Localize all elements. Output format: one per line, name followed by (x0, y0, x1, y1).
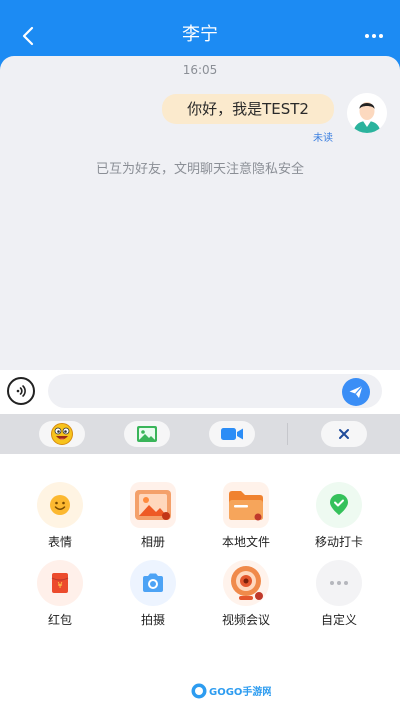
gogo-logo-icon: GOGO手游网 (191, 683, 271, 699)
function-label: 本地文件 (221, 535, 270, 549)
message-time: 16:05 (182, 63, 218, 77)
function-panel: 表情 相册 本地文件 移动打卡 ¥ 红包 拍摄 视频会议 自定义 (0, 454, 400, 676)
function-checkin[interactable]: 移动打卡 (299, 482, 379, 550)
function-label: 移动打卡 (314, 535, 363, 549)
send-button[interactable] (342, 378, 370, 406)
voice-icon (16, 385, 26, 397)
user-avatar-icon (347, 93, 387, 133)
function-label: 自定义 (320, 613, 357, 627)
chat-message-area[interactable]: 16:05 你好，我是TEST2 未读 已互为好友，文明聊天注意隐私安全 (0, 56, 400, 370)
function-video-meeting[interactable]: 视频会议 (206, 560, 286, 628)
function-label: 红包 (47, 613, 72, 627)
emoji-icon (37, 482, 83, 528)
toolbar-divider (287, 423, 288, 445)
location-checkin-icon (316, 482, 362, 528)
message-bubble[interactable]: 你好，我是TEST2 (162, 94, 334, 124)
phone-screen: 李宁 16:05 你好，我是TEST2 未读 已互为好友，文明聊天注意隐私安全 (0, 0, 400, 711)
watermark-logo: GOGO手游网 (191, 682, 271, 700)
function-custom[interactable]: 自定义 (299, 560, 379, 628)
watermark-text: GOGO手游网 (209, 685, 271, 698)
video-meeting-icon (223, 560, 269, 606)
toolbar-image-button[interactable] (124, 421, 170, 447)
send-icon (349, 385, 363, 398)
function-camera[interactable]: 拍摄 (113, 560, 193, 628)
voice-button[interactable] (7, 377, 35, 405)
quick-toolbar (0, 414, 400, 454)
more-button[interactable] (360, 24, 388, 48)
toolbar-video-button[interactable] (209, 421, 255, 447)
toolbar-emoji-button[interactable] (39, 421, 85, 447)
svg-text:¥: ¥ (57, 581, 62, 590)
function-label: 表情 (47, 535, 72, 549)
more-dots-icon (365, 34, 369, 38)
function-red-packet[interactable]: ¥ 红包 (20, 560, 100, 628)
red-packet-icon: ¥ (37, 560, 83, 606)
message-input[interactable] (48, 374, 382, 408)
folder-icon (223, 482, 269, 528)
unread-status: 未读 (313, 133, 333, 144)
video-call-icon (221, 428, 243, 440)
toolbar-close-button[interactable] (321, 421, 367, 447)
avatar[interactable] (347, 93, 387, 133)
function-album[interactable]: 相册 (113, 482, 193, 550)
function-emoji[interactable]: 表情 (20, 482, 100, 550)
image-icon (137, 426, 157, 442)
chat-title: 李宁 (182, 24, 218, 45)
camera-icon (130, 560, 176, 606)
album-icon (130, 482, 176, 528)
function-label: 相册 (140, 535, 165, 549)
emoji-face-icon (51, 423, 73, 445)
function-label: 视频会议 (221, 613, 270, 627)
system-notice: 已互为好友，文明聊天注意隐私安全 (95, 162, 304, 177)
custom-more-icon (316, 560, 362, 606)
input-bar (0, 370, 400, 412)
close-icon (339, 429, 349, 439)
function-local-file[interactable]: 本地文件 (206, 482, 286, 550)
function-label: 拍摄 (140, 613, 165, 627)
